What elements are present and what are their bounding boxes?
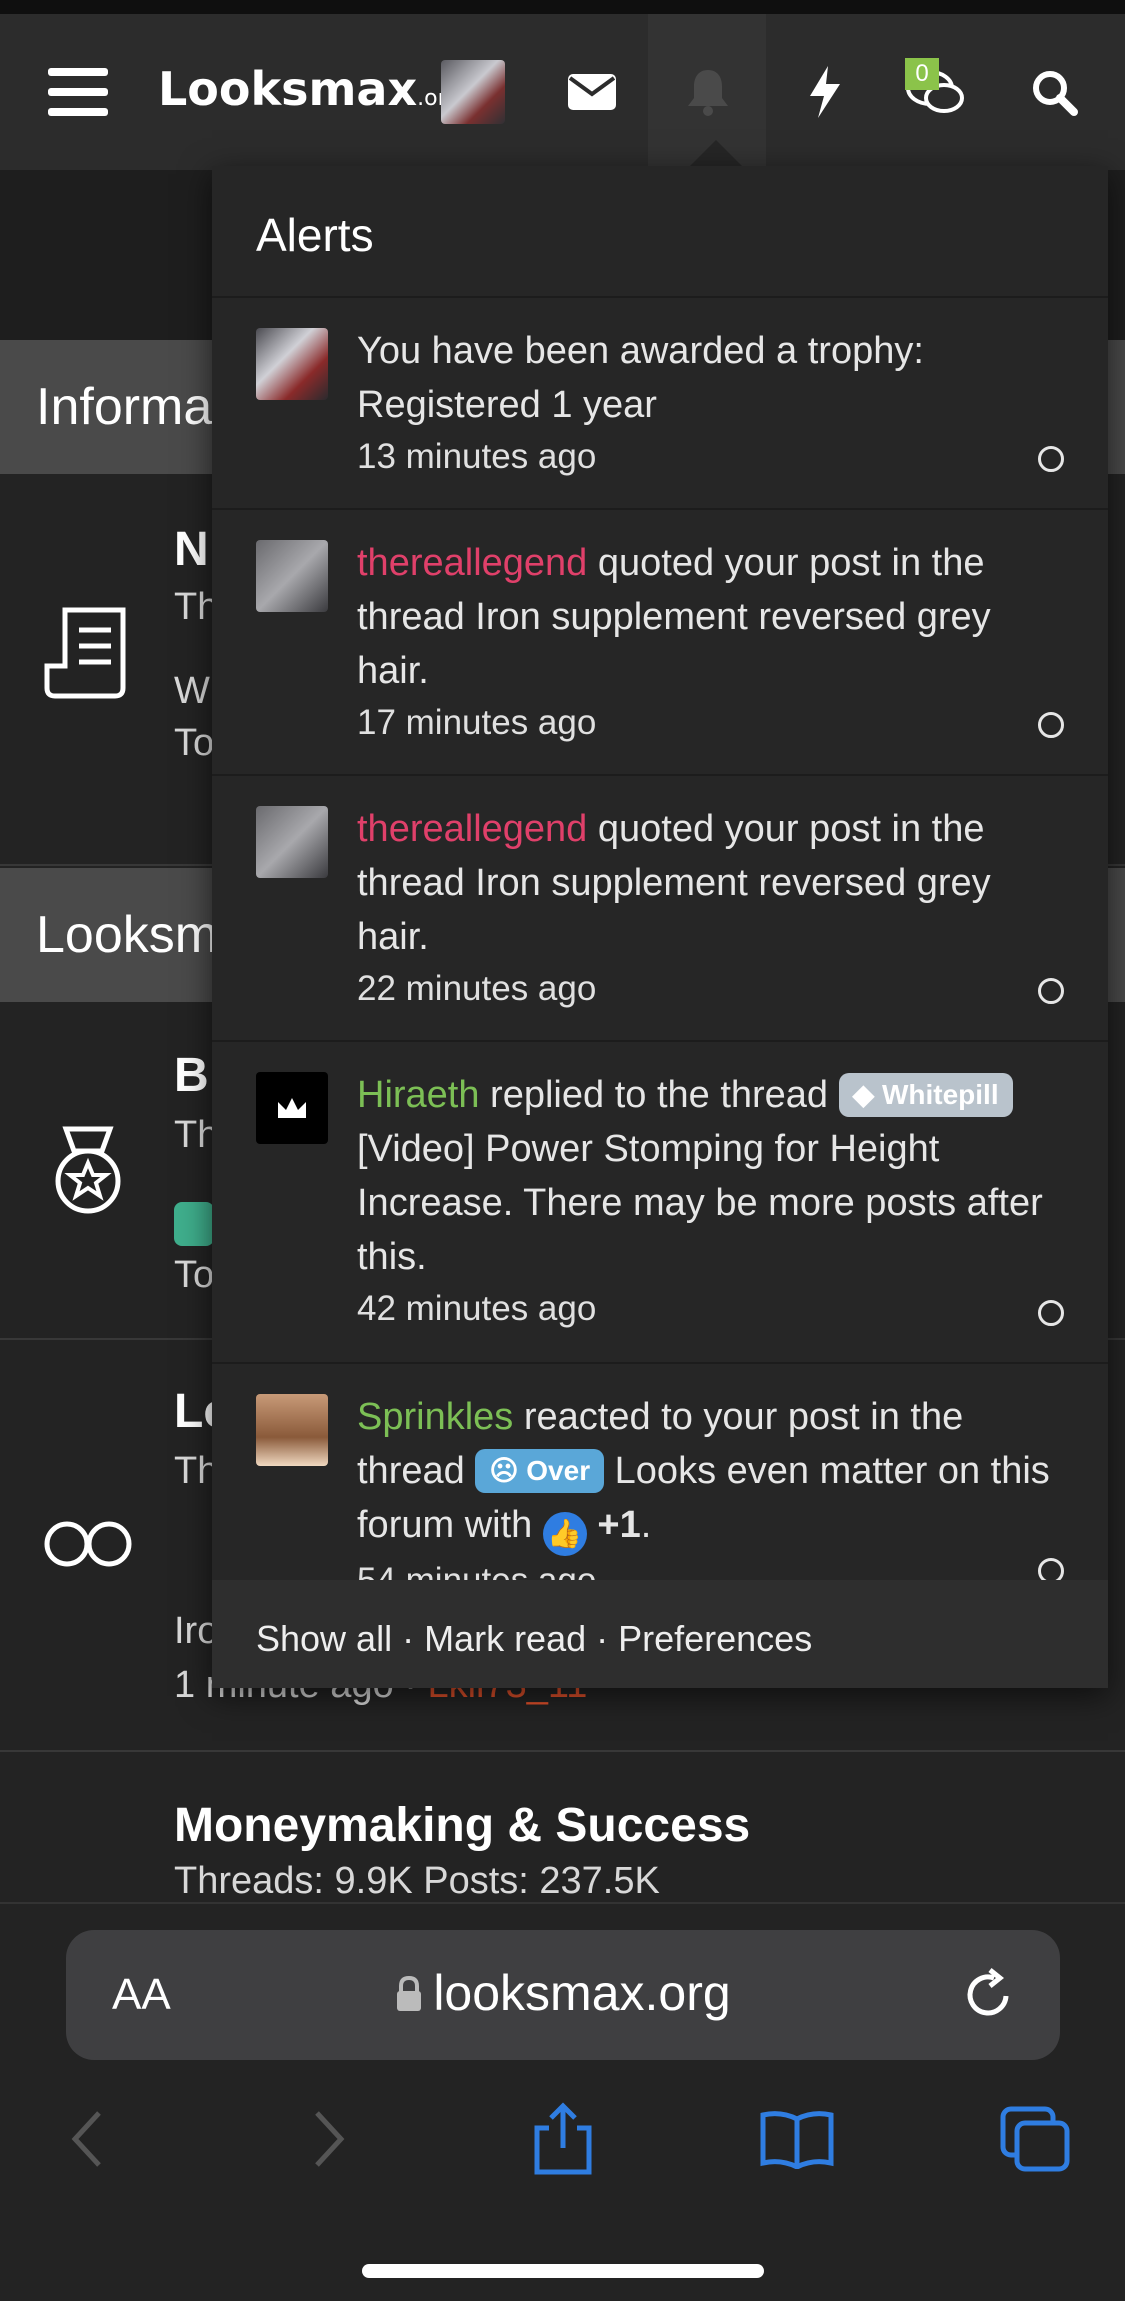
status-strip [0,0,1125,14]
forum-meta: To [174,1254,215,1296]
menu-icon[interactable] [40,14,116,170]
home-indicator [362,2264,764,2278]
username-link[interactable]: Sprinkles [357,1396,513,1438]
alert-text: You have been awarded a trophy: Register… [357,324,1057,482]
lock-icon [397,1975,422,2011]
popup-footer-links[interactable]: Show all · Mark read · Preferences [212,1580,1108,1688]
avatar[interactable] [256,1072,328,1144]
popup-title: Alerts [212,166,1108,298]
tabs-icon[interactable] [990,2094,1080,2184]
thumbs-up-icon: 👍 [542,1512,587,1556]
back-icon[interactable] [42,2094,132,2184]
forum-meta: To [174,722,215,764]
avatar[interactable] [256,806,328,878]
alert-item[interactable]: Hiraeth replied to the thread ◆ Whitepil… [212,1042,1108,1364]
alert-item[interactable]: thereallegend quoted your post in the th… [212,776,1108,1042]
bolt-icon[interactable] [800,14,850,170]
infinity-icon [40,1496,136,1592]
forum-title[interactable]: B [174,1048,209,1103]
prefix-tag [174,1202,214,1246]
site-logo[interactable]: Looksmax.org [158,62,460,116]
alert-text: Sprinkles reacted to your post in the th… [357,1390,1057,1580]
alert-item[interactable]: You have been awarded a trophy: Register… [212,298,1108,510]
forum-stats: Threads: 9.9K Posts: 237.5K [174,1860,660,1902]
pill-icon: ◆ [852,1079,882,1110]
bookmarks-icon[interactable] [752,2094,842,2184]
browser-toolbar: AA looksmax.org [0,1902,1125,2301]
mark-read-toggle[interactable] [1038,978,1064,1004]
forward-icon[interactable] [284,2094,374,2184]
chat-icon[interactable] [900,14,970,170]
share-icon[interactable] [518,2094,608,2184]
search-icon[interactable] [1026,14,1082,170]
mark-read-toggle[interactable] [1038,712,1064,738]
document-icon [40,604,136,700]
forum-latest: W [174,670,210,712]
alert-time: 42 minutes ago [357,1289,597,1328]
sad-face-icon: ☹ [489,1455,527,1486]
alert-time: 22 minutes ago [357,969,597,1008]
alert-item[interactable]: Sprinkles reacted to your post in the th… [212,1364,1108,1580]
forum-row[interactable]: Moneymaking & Success Threads: 9.9K Post… [0,1752,1125,1912]
forum-title[interactable]: Moneymaking & Success [174,1798,750,1853]
thread-prefix-tag: ◆ Whitepill [838,1073,1013,1117]
medal-icon [40,1122,136,1218]
username-link[interactable]: thereallegend [357,808,587,850]
mark-read-toggle[interactable] [1038,446,1064,472]
mark-read-toggle[interactable] [1038,1300,1064,1326]
forum-title[interactable]: N [174,522,209,577]
user-avatar[interactable] [441,60,505,124]
alert-text: thereallegend quoted your post in the th… [357,802,1057,1014]
alert-time: 17 minutes ago [357,703,597,742]
alert-text: thereallegend quoted your post in the th… [357,536,1057,748]
address-bar[interactable]: AA looksmax.org [66,1930,1060,2060]
avatar[interactable] [256,1394,328,1466]
popup-arrow [690,140,742,166]
avatar[interactable] [256,328,328,400]
crown-icon [278,1098,306,1118]
mark-read-toggle[interactable] [1038,1558,1064,1580]
alert-item[interactable]: thereallegend quoted your post in the th… [212,510,1108,776]
alerts-count-badge: 0 [905,58,939,90]
envelope-icon[interactable] [560,14,624,170]
url-text[interactable]: looksmax.org [66,1964,1060,2022]
alert-time: 13 minutes ago [357,437,597,476]
thread-prefix-tag: ☹ Over [475,1449,605,1493]
reload-icon[interactable] [960,1966,1020,2026]
alert-text: Hiraeth replied to the thread ◆ Whitepil… [357,1068,1057,1334]
username-link[interactable]: Hiraeth [357,1074,480,1116]
alert-time: 54 minutes ago [357,1556,1057,1580]
alerts-popup: Alerts You have been awarded a trophy: R… [212,166,1108,1688]
username-link[interactable]: thereallegend [357,542,587,584]
avatar[interactable] [256,540,328,612]
